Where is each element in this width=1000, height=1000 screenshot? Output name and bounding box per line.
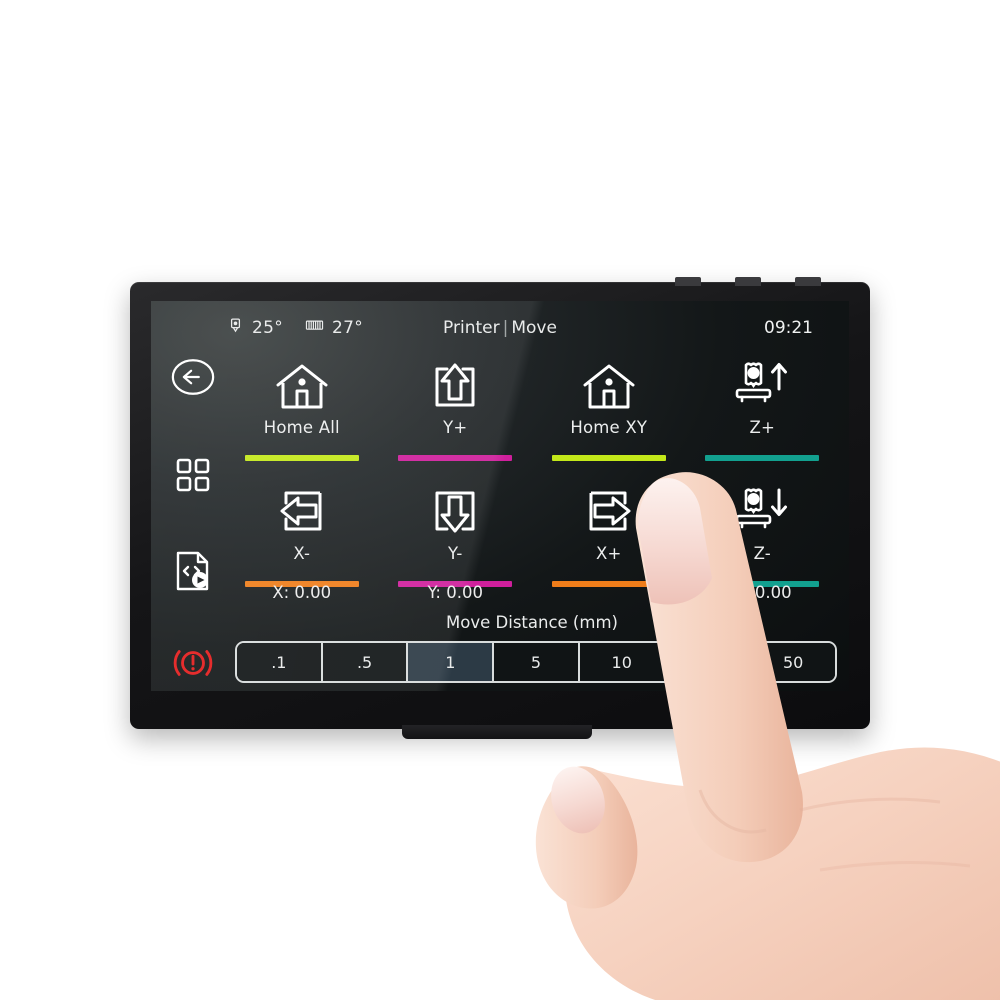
move-distance-option[interactable]: 5 [494,643,580,681]
touchscreen-device: 25° 27° Printer | Move 09:21 Home All Y+… [130,277,870,739]
button-label: Z- [753,544,771,563]
lcd-screen: 25° 27° Printer | Move 09:21 Home All Y+… [151,301,849,691]
button-y-minus[interactable]: Y- [379,475,533,587]
button-label: X+ [595,544,622,563]
button-label: Home All [263,418,340,437]
arrow-right-out-box-icon [583,475,635,537]
page-title: Printer | Move [151,318,849,338]
sidebar [161,343,225,676]
grid-squares-icon [175,457,211,497]
button-y-plus[interactable]: Y+ [379,349,533,461]
device-top-tab [735,277,761,286]
button-label: Z+ [749,418,776,437]
home-icon [581,349,637,411]
move-control-grid: Home All Y+ Home XY Z+ X- Y- X+ Z- [225,341,839,607]
device-top-tab [795,277,821,286]
file-code-play-icon [173,550,213,596]
control-row-1: Home All Y+ Home XY Z+ [225,349,839,461]
button-home-all[interactable]: Home All [225,349,379,461]
title-separator: | [502,318,509,338]
arrow-left-in-box-icon [276,475,328,537]
sidebar-item-menu[interactable] [165,449,221,505]
button-label: Home XY [570,418,648,437]
arrow-up-out-box-icon [429,349,481,411]
screenshot-canvas: 25° 27° Printer | Move 09:21 Home All Y+… [0,0,1000,1000]
axis-value-y: Y: 0.00 [427,583,483,602]
sidebar-item-emergency-stop[interactable] [165,637,221,691]
button-z-minus[interactable]: Z- [686,475,840,587]
button-x-plus[interactable]: X+ [532,475,686,587]
status-bar: 25° 27° Printer | Move 09:21 [151,315,849,341]
back-arrow-circle-icon [170,354,216,404]
emergency-stop-icon [171,643,215,687]
axis-position-readouts: X: 0.00 Y: 0.00 Z: 0.00 [225,583,839,607]
accent-bar [551,455,666,461]
move-distance-option[interactable]: .1 [237,643,323,681]
bed-extruder-down-icon [734,475,790,537]
device-top-tab [675,277,701,286]
button-label: Y+ [443,418,468,437]
move-distance-option[interactable]: 50 [751,643,835,681]
axis-value-x: X: 0.00 [272,583,332,602]
clock: 09:21 [764,318,813,338]
arrow-down-in-box-icon [429,475,481,537]
title-secondary: Move [511,318,557,338]
device-stand [402,725,592,739]
button-label: X- [293,544,311,563]
accent-bar [705,455,820,461]
move-distance-heading: Move Distance (mm) [446,613,618,632]
axis-value-z: Z: 0.00 [732,583,792,602]
home-icon [274,349,330,411]
bed-extruder-up-icon [734,349,790,411]
move-distance-selector: .1 .5 1 5 10 25 50 [235,641,837,683]
move-distance-option[interactable]: 25 [665,643,752,681]
button-home-xy[interactable]: Home XY [532,349,686,461]
button-x-minus[interactable]: X- [225,475,379,587]
accent-bar [398,455,513,461]
control-row-2: X- Y- X+ Z- [225,475,839,587]
title-primary: Printer [443,318,500,338]
move-distance-option[interactable]: .5 [322,643,409,681]
sidebar-item-back[interactable] [165,351,221,407]
button-label: Y- [448,544,463,563]
axis-value-spacer [532,583,686,607]
move-distance-option-selected[interactable]: 1 [408,643,495,681]
accent-bar [244,455,359,461]
button-z-plus[interactable]: Z+ [686,349,840,461]
sidebar-item-gcode-files[interactable] [165,545,221,601]
move-distance-option[interactable]: 10 [579,643,666,681]
